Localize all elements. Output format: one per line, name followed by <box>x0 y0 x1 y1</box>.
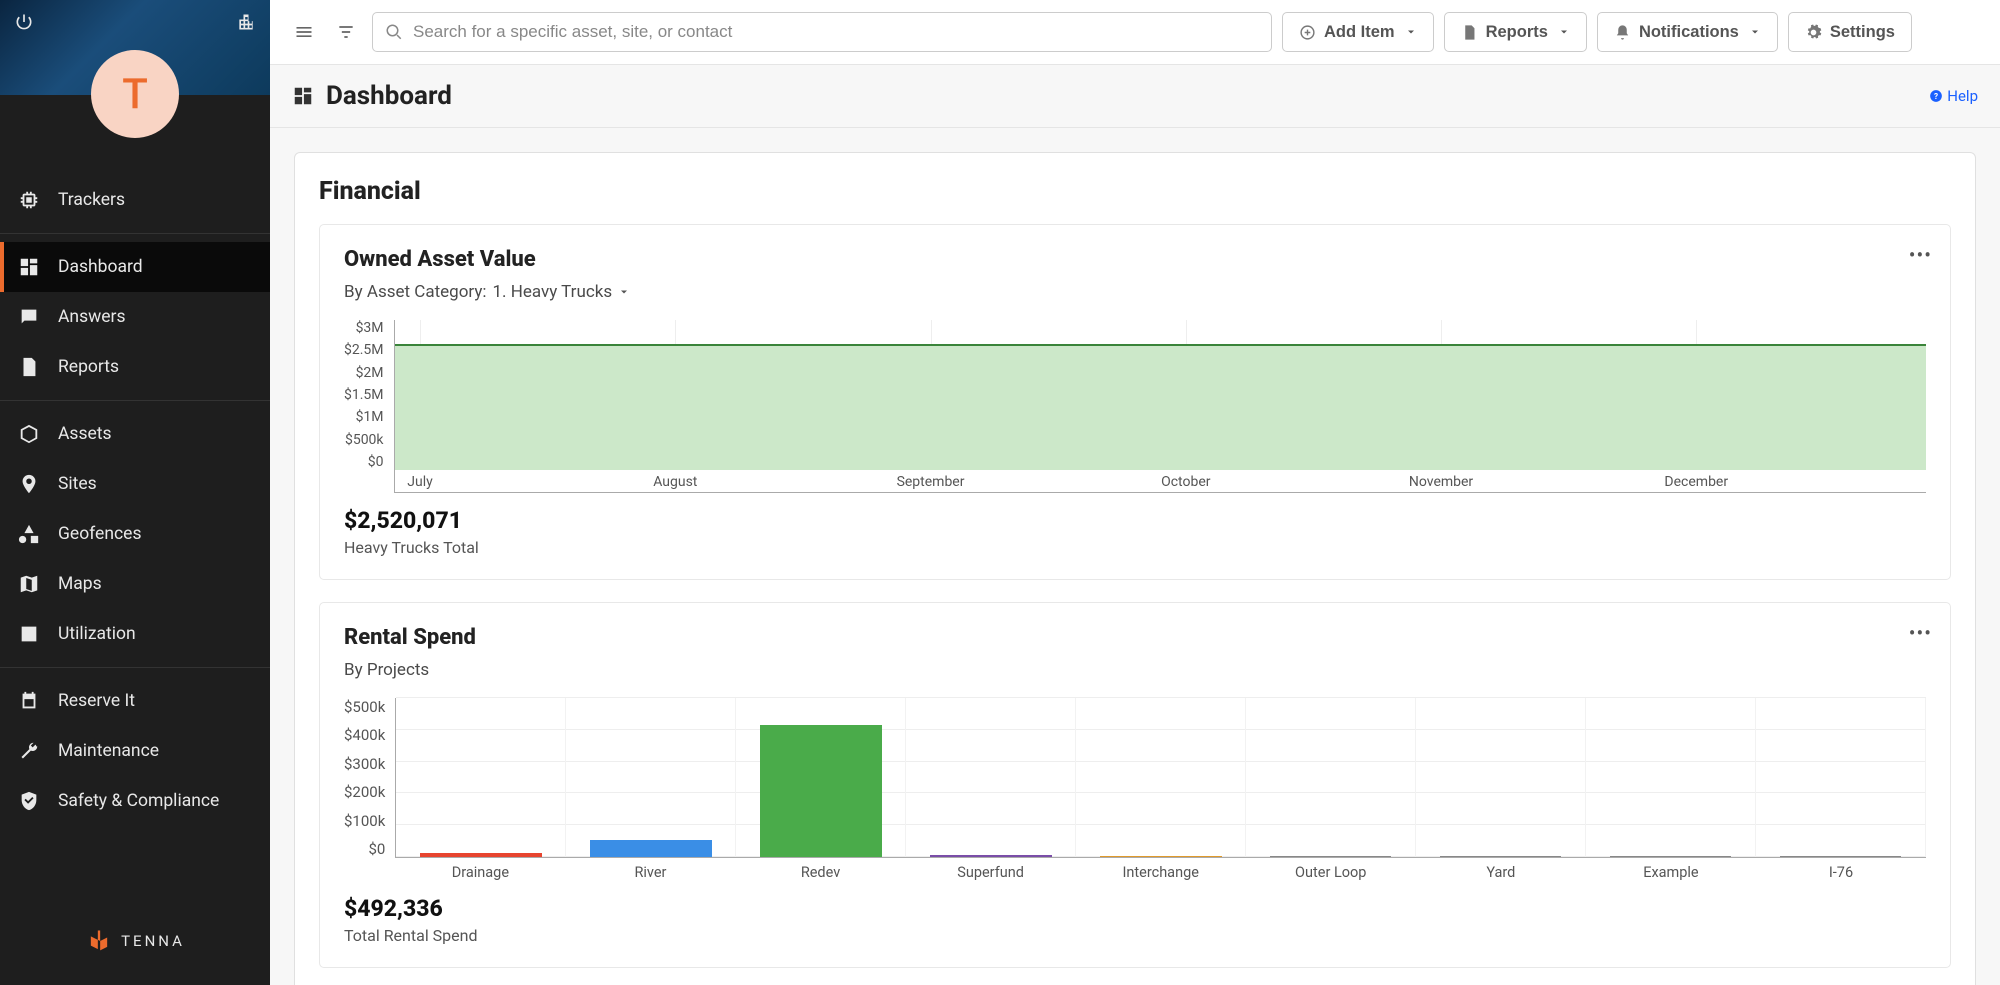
rental-spend-total: $492,336 <box>344 895 1926 922</box>
cube-icon <box>18 423 40 445</box>
bar-icon <box>18 623 40 645</box>
power-icon[interactable] <box>14 12 34 32</box>
bell-icon <box>1614 24 1631 41</box>
pin-icon <box>18 473 40 495</box>
owned-asset-card: ••• Owned Asset Value By Asset Category:… <box>319 224 1951 580</box>
card-filter[interactable]: By Asset Category: 1. Heavy Trucks <box>344 282 1926 302</box>
doc-icon <box>18 356 40 378</box>
shield-icon <box>18 790 40 812</box>
sidebar: T Trackers Dashboard Answers Reports Ass… <box>0 0 270 985</box>
calendar-icon <box>18 690 40 712</box>
nav-label: Safety & Compliance <box>58 791 219 811</box>
organization-icon[interactable] <box>236 12 256 32</box>
nav-label: Geofences <box>58 524 141 544</box>
sidebar-item-sites[interactable]: Sites <box>0 459 270 509</box>
chevron-down-icon <box>1558 26 1570 38</box>
notifications-button[interactable]: Notifications <box>1597 12 1778 52</box>
nav-label: Sites <box>58 474 97 494</box>
sidebar-item-assets[interactable]: Assets <box>0 409 270 459</box>
svg-text:?: ? <box>1934 91 1938 101</box>
nav-label: Maintenance <box>58 741 159 761</box>
card-menu-icon[interactable]: ••• <box>1909 243 1932 267</box>
sidebar-item-dashboard[interactable]: Dashboard <box>0 242 270 292</box>
cpu-icon <box>18 189 40 211</box>
sidebar-item-answers[interactable]: Answers <box>0 292 270 342</box>
logo-icon <box>85 927 113 955</box>
card-title: Owned Asset Value <box>344 247 1926 272</box>
logo-text: TENNA <box>121 932 185 950</box>
sidebar-item-maps[interactable]: Maps <box>0 559 270 609</box>
sidebar-item-trackers[interactable]: Trackers <box>0 175 270 225</box>
card-menu-icon[interactable]: ••• <box>1909 621 1932 645</box>
owned-asset-chart: $3M$2.5M$2M$1.5M$1M$500k$0 JulyAugustSep… <box>344 320 1926 493</box>
page-header: Dashboard ?Help <box>270 65 2000 128</box>
sidebar-item-safety[interactable]: Safety & Compliance <box>0 776 270 826</box>
rental-spend-total-label: Total Rental Spend <box>344 926 1926 945</box>
sidebar-nav: Trackers Dashboard Answers Reports Asset… <box>0 167 270 907</box>
doc-icon <box>1461 24 1478 41</box>
content: Financial ••• Owned Asset Value By Asset… <box>270 128 2000 985</box>
sidebar-footer: TENNA <box>0 907 270 985</box>
nav-label: Maps <box>58 574 102 594</box>
rental-spend-card: ••• Rental Spend By Projects $500k$400k$… <box>319 602 1951 968</box>
financial-panel: Financial ••• Owned Asset Value By Asset… <box>294 152 1976 985</box>
owned-asset-total: $2,520,071 <box>344 507 1926 534</box>
reports-button[interactable]: Reports <box>1444 12 1587 52</box>
nav-label: Trackers <box>58 190 125 210</box>
add-item-button[interactable]: Add Item <box>1282 12 1434 52</box>
search-wrap[interactable] <box>372 12 1272 52</box>
section-financial-title: Financial <box>319 177 1951 206</box>
map-icon <box>18 573 40 595</box>
chevron-down-icon <box>1749 26 1761 38</box>
plot-area <box>395 698 1926 858</box>
sidebar-item-maintenance[interactable]: Maintenance <box>0 726 270 776</box>
nav-label: Reserve It <box>58 691 135 711</box>
settings-button[interactable]: Settings <box>1788 12 1912 52</box>
sidebar-header: T <box>0 0 270 95</box>
plot-area <box>395 320 1926 470</box>
y-axis: $3M$2.5M$2M$1.5M$1M$500k$0 <box>344 320 394 470</box>
filter-icon[interactable] <box>330 16 362 48</box>
chevron-down-icon <box>618 286 630 298</box>
sidebar-item-utilization[interactable]: Utilization <box>0 609 270 659</box>
search-icon <box>385 23 403 41</box>
plus-icon <box>1299 24 1316 41</box>
grid-icon <box>18 256 40 278</box>
owned-asset-total-label: Heavy Trucks Total <box>344 538 1926 557</box>
topbar: Add Item Reports Notifications Settings <box>270 0 2000 65</box>
chat-icon <box>18 306 40 328</box>
logo: TENNA <box>85 927 185 955</box>
nav-label: Utilization <box>58 624 136 644</box>
main: Add Item Reports Notifications Settings … <box>270 0 2000 985</box>
nav-label: Dashboard <box>58 257 143 277</box>
chevron-down-icon <box>1405 26 1417 38</box>
dashboard-icon <box>292 85 314 107</box>
sidebar-item-geofences[interactable]: Geofences <box>0 509 270 559</box>
nav-label: Answers <box>58 307 126 327</box>
sidebar-item-reports[interactable]: Reports <box>0 342 270 392</box>
page-title: Dashboard <box>326 81 452 111</box>
card-subtitle: By Projects <box>344 660 1926 680</box>
card-title: Rental Spend <box>344 625 1926 650</box>
shapes-icon <box>18 523 40 545</box>
wrench-icon <box>18 740 40 762</box>
help-link[interactable]: ?Help <box>1929 87 1978 105</box>
hamburger-icon[interactable] <box>288 16 320 48</box>
nav-label: Assets <box>58 424 112 444</box>
nav-label: Reports <box>58 357 119 377</box>
x-axis: DrainageRiverRedevSuperfundInterchangeOu… <box>395 858 1926 881</box>
y-axis: $500k$400k$300k$200k$100k$0 <box>344 698 395 858</box>
sidebar-item-reserve-it[interactable]: Reserve It <box>0 676 270 726</box>
gear-icon <box>1805 24 1822 41</box>
search-input[interactable] <box>413 22 1259 42</box>
x-axis: JulyAugustSeptemberOctoberNovemberDecemb… <box>395 470 1926 492</box>
avatar[interactable]: T <box>91 50 179 138</box>
rental-spend-chart: $500k$400k$300k$200k$100k$0 DrainageRive… <box>344 698 1926 881</box>
